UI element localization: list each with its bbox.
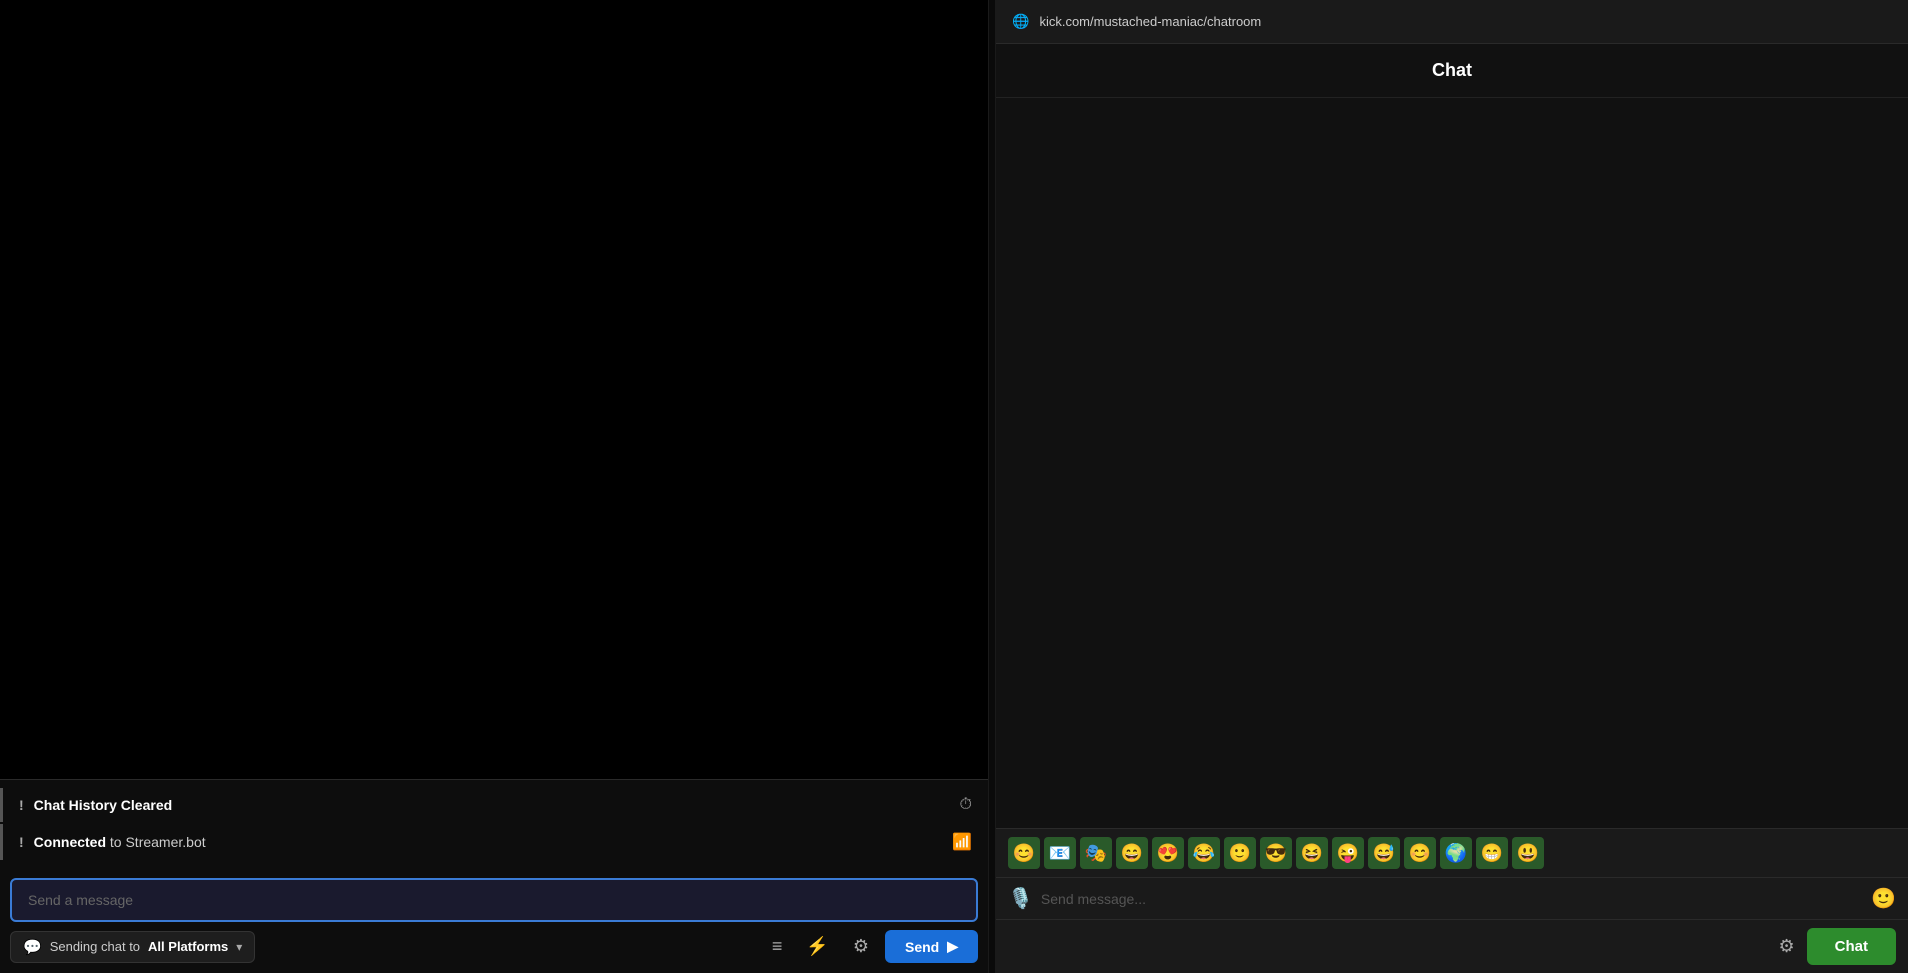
send-arrow-icon: ▶ xyxy=(947,938,958,955)
platform-prefix: Sending chat to xyxy=(50,939,140,954)
message-text: Chat History Cleared xyxy=(34,797,952,813)
left-panel: ! Chat History Cleared ⏱ ! Connected to … xyxy=(0,0,988,973)
left-toolbar: 💬 Sending chat to All Platforms ▾ ≡ ⚡ ⚙ … xyxy=(10,930,978,963)
message-input[interactable] xyxy=(10,878,978,922)
left-input-area: 💬 Sending chat to All Platforms ▾ ≡ ⚡ ⚙ … xyxy=(0,870,988,973)
send-label: Send xyxy=(905,939,939,955)
toolbar-right: ≡ ⚡ ⚙ Send ▶ xyxy=(764,930,978,963)
emote-item[interactable]: 😎 xyxy=(1260,837,1292,869)
chevron-down-icon: ▾ xyxy=(236,940,242,954)
right-panel: 🌐 kick.com/mustached-maniac/chatroom Cha… xyxy=(996,0,1908,973)
message-input-wrapper xyxy=(10,878,978,922)
history-icon: ⏱ xyxy=(960,796,972,814)
emote-item[interactable]: 🙂 xyxy=(1224,837,1256,869)
right-settings-button[interactable]: ⚙ xyxy=(1779,936,1795,957)
right-message-input[interactable] xyxy=(1041,891,1863,907)
right-chat-button[interactable]: Chat xyxy=(1807,928,1896,965)
platform-name: All Platforms xyxy=(148,939,228,954)
right-input-row: 🎙️ 🙂 xyxy=(996,877,1908,919)
filter-button[interactable]: ⚡ xyxy=(798,930,836,963)
panel-divider xyxy=(988,0,996,973)
message-text: Connected to Streamer.bot xyxy=(34,834,944,850)
right-emote-bar: 😊 📧 🎭 😄 😍 😂 🙂 😎 😆 😜 😅 😊 🌍 😁 😃 xyxy=(996,828,1908,877)
emote-item[interactable]: 😂 xyxy=(1188,837,1220,869)
right-chat-title: Chat xyxy=(996,44,1908,98)
emote-item[interactable]: 😆 xyxy=(1296,837,1328,869)
emote-item[interactable]: 😄 xyxy=(1116,837,1148,869)
message-row: ! Connected to Streamer.bot 📶 xyxy=(0,824,988,860)
emote-item[interactable]: 😃 xyxy=(1512,837,1544,869)
globe-icon: 🌐 xyxy=(1012,13,1029,30)
settings-button[interactable]: ⚙ xyxy=(845,930,877,963)
emote-item[interactable]: 🎭 xyxy=(1080,837,1112,869)
emote-item[interactable]: 😍 xyxy=(1152,837,1184,869)
emote-item[interactable]: 📧 xyxy=(1044,837,1076,869)
message-list: ! Chat History Cleared ⏱ ! Connected to … xyxy=(0,779,988,870)
url-bar: kick.com/mustached-maniac/chatroom xyxy=(1039,14,1261,29)
emoji-button[interactable]: 🙂 xyxy=(1871,886,1896,911)
platform-selector[interactable]: 💬 Sending chat to All Platforms ▾ xyxy=(10,931,255,963)
list-button[interactable]: ≡ xyxy=(764,930,791,963)
send-button[interactable]: Send ▶ xyxy=(885,930,978,963)
microphone-icon[interactable]: 🎙️ xyxy=(1008,886,1033,911)
exclamation-icon: ! xyxy=(19,834,24,850)
emote-item[interactable]: 😊 xyxy=(1404,837,1436,869)
chat-bubble-icon: 💬 xyxy=(23,938,42,956)
message-row: ! Chat History Cleared ⏱ xyxy=(0,788,988,822)
chat-heading: Chat xyxy=(1012,60,1892,81)
emote-item[interactable]: 😅 xyxy=(1368,837,1400,869)
right-header: 🌐 kick.com/mustached-maniac/chatroom xyxy=(996,0,1908,44)
emote-item[interactable]: 😁 xyxy=(1476,837,1508,869)
wifi-icon: 📶 xyxy=(952,832,972,852)
right-chat-messages xyxy=(996,98,1908,828)
emote-item[interactable]: 😊 xyxy=(1008,837,1040,869)
emote-item[interactable]: 😜 xyxy=(1332,837,1364,869)
exclamation-icon: ! xyxy=(19,797,24,813)
right-bottom-bar: ⚙ Chat xyxy=(996,919,1908,973)
emote-item[interactable]: 🌍 xyxy=(1440,837,1472,869)
stream-area xyxy=(0,0,988,779)
